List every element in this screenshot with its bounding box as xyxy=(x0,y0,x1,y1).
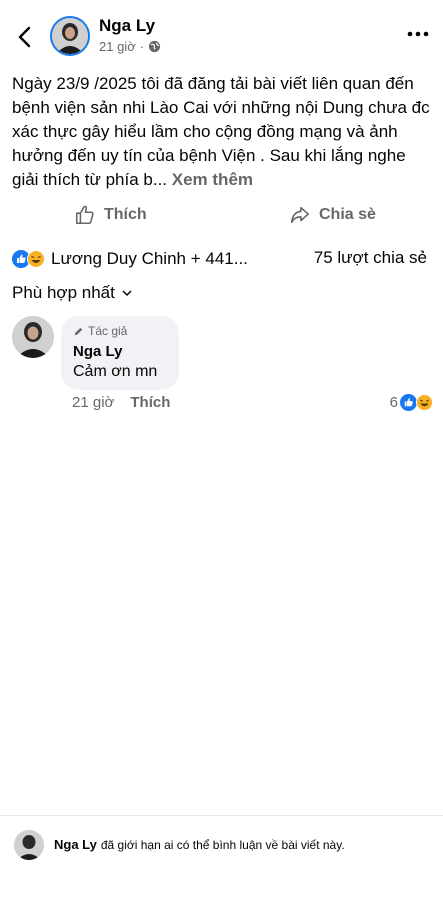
post-header: Nga Ly 21 giờ · xyxy=(0,0,443,70)
post-meta: 21 giờ · xyxy=(99,39,161,54)
post-actions: Thích Chia sè xyxy=(0,200,443,236)
like-reaction-icon xyxy=(400,394,417,411)
post-body: Ngày 23/9 /2025 tôi đã đăng tải bài viết… xyxy=(12,72,432,192)
comment-restriction-notice: Nga Ly đã giới hạn ai có thể bình luận về… xyxy=(0,815,443,876)
share-label: Chia sè xyxy=(319,206,376,223)
author-badge-label: Tác giả xyxy=(88,324,128,338)
comment-time[interactable]: 21 giờ xyxy=(72,394,114,411)
author-badge: Tác giả xyxy=(73,324,127,338)
chevron-down-icon xyxy=(122,290,132,297)
pencil-icon xyxy=(74,327,83,335)
share-icon xyxy=(290,206,310,224)
post-time[interactable]: 21 giờ xyxy=(99,39,136,54)
comment-meta: 21 giờ Thích xyxy=(72,394,170,411)
restriction-name[interactable]: Nga Ly xyxy=(54,837,97,852)
footer-avatar xyxy=(14,830,44,860)
restriction-message: đã giới hạn ai có thể bình luận về bài v… xyxy=(100,838,345,852)
restriction-text: Nga Ly đã giới hạn ai có thể bình luận về… xyxy=(54,837,345,852)
share-button[interactable]: Chia sè xyxy=(289,204,376,226)
reaction-names[interactable]: Lương Duy Chinh + 441... xyxy=(51,249,248,269)
meta-dot: · xyxy=(139,39,145,54)
author-name[interactable]: Nga Ly xyxy=(99,16,155,36)
see-more-link[interactable]: Xem thêm xyxy=(172,170,253,189)
comment-text: Cảm ơn mn xyxy=(73,363,158,380)
haha-reaction-icon xyxy=(416,394,433,411)
haha-reaction-icon xyxy=(27,250,45,268)
commenter-name[interactable]: Nga Ly xyxy=(73,343,122,360)
share-count[interactable]: 75 lượt chia sẻ xyxy=(314,248,427,268)
like-button[interactable]: Thích xyxy=(74,204,147,226)
back-icon[interactable] xyxy=(12,24,38,50)
like-label: Thích xyxy=(104,206,147,223)
globe-icon xyxy=(148,40,161,53)
comment-reaction-count: 6 xyxy=(389,394,398,411)
commenter-avatar[interactable] xyxy=(12,316,54,358)
comment-sort[interactable]: Phù hợp nhất xyxy=(12,283,133,303)
like-icon xyxy=(75,205,94,225)
comment-reactions[interactable]: 6 xyxy=(390,394,433,411)
comment-bubble: Tác giả Nga Ly Cảm ơn mn xyxy=(61,316,179,390)
comment-sort-label: Phù hợp nhất xyxy=(12,283,115,302)
more-icon[interactable] xyxy=(407,30,429,38)
author-avatar[interactable] xyxy=(50,16,90,56)
comment-like-button[interactable]: Thích xyxy=(130,394,170,411)
